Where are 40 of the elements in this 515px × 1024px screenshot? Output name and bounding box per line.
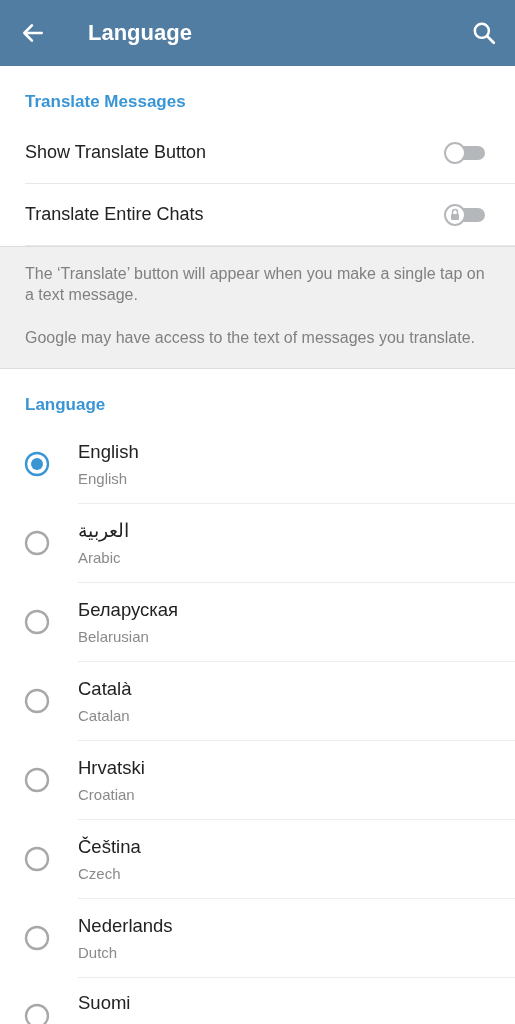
language-item[interactable]: Hrvatski Croatian	[78, 741, 515, 820]
language-subtitle: Croatian	[78, 786, 136, 803]
radio-button[interactable]	[24, 925, 50, 951]
language-item[interactable]: Čeština Czech	[78, 820, 515, 899]
language-name: العربية	[78, 520, 129, 542]
section-header: Translate Messages	[25, 92, 186, 111]
section-header: Language	[25, 395, 106, 414]
language-name: Čeština	[78, 836, 141, 858]
language-name: Suomi	[78, 992, 131, 1014]
radio-button[interactable]	[24, 530, 50, 556]
info-text: The ‘Translate’ button will appear when you make a single tap on a text message.	[25, 264, 486, 305]
search-icon[interactable]	[471, 20, 497, 46]
language-item[interactable]: Беларуская Belarusian	[78, 583, 515, 662]
toggle-switch[interactable]	[443, 202, 485, 227]
language-item[interactable]: Nederlands Dutch	[78, 899, 515, 978]
toggle-switch[interactable]	[443, 140, 485, 165]
language-item[interactable]: Suomi	[78, 978, 515, 1014]
radio-button[interactable]	[24, 609, 50, 635]
language-subtitle: English	[78, 470, 129, 487]
radio-button[interactable]	[24, 767, 50, 793]
language-subtitle: Czech	[78, 865, 122, 882]
setting-label: Translate Entire Chats	[25, 204, 205, 225]
language-subtitle: Belarusian	[78, 628, 150, 645]
info-text: Google may have access to the text of messages you translate.	[25, 328, 476, 348]
radio-button[interactable]	[24, 688, 50, 714]
radio-button[interactable]	[24, 451, 50, 477]
language-name: English	[78, 441, 139, 463]
screen-title: Language	[88, 20, 193, 46]
language-name: Català	[78, 678, 132, 700]
setting-label: Show Translate Button	[25, 142, 208, 163]
language-subtitle: Dutch	[78, 944, 119, 961]
radio-button[interactable]	[24, 1003, 50, 1024]
language-subtitle: Arabic	[78, 549, 122, 566]
language-item[interactable]: English English	[78, 425, 515, 504]
language-item[interactable]: Català Catalan	[78, 662, 515, 741]
language-name: Nederlands	[78, 915, 173, 937]
language-name: Hrvatski	[78, 757, 145, 779]
radio-button[interactable]	[24, 846, 50, 872]
language-subtitle: Catalan	[78, 707, 131, 724]
language-name: Беларуская	[78, 599, 179, 621]
